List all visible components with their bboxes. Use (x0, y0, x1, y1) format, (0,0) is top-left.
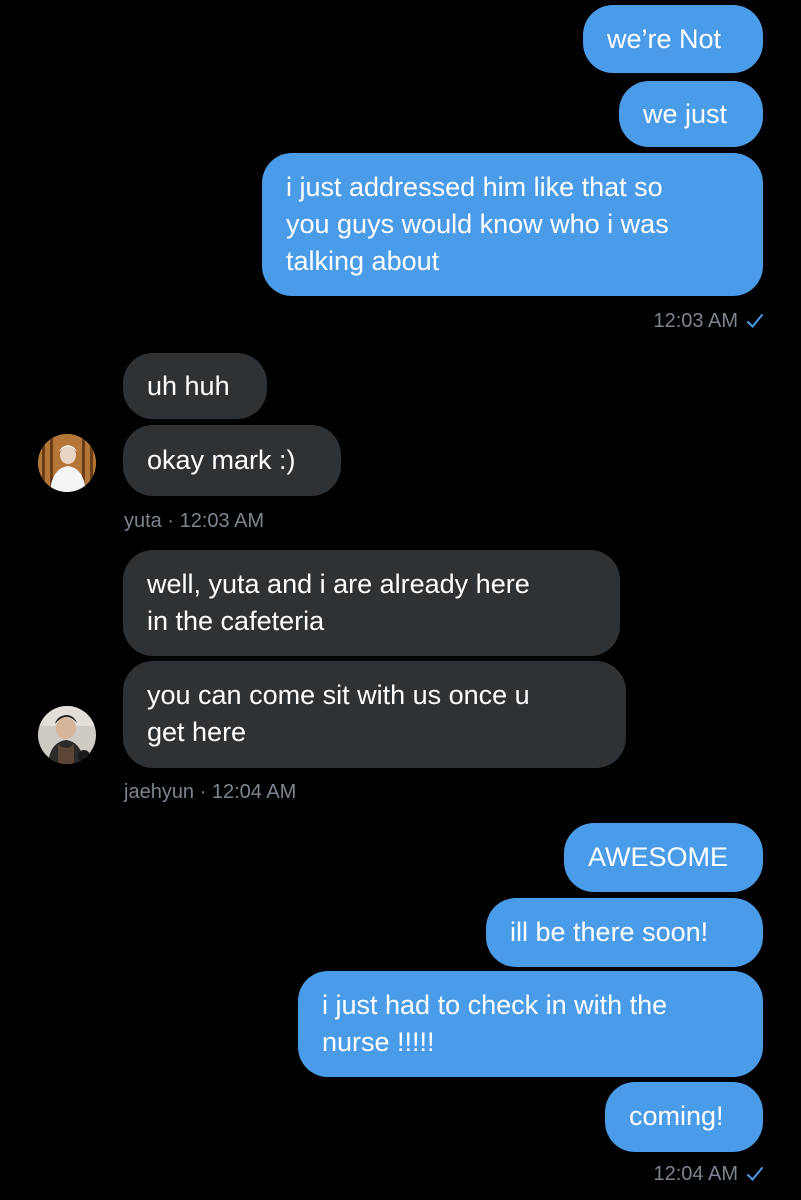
sender-meta: yuta · 12:03 AM (124, 510, 265, 532)
message-bubble-outgoing[interactable]: AWESOME (564, 823, 763, 892)
avatar-jaehyun-image (38, 706, 96, 764)
timestamp-text: 12:04 AM (653, 1163, 738, 1185)
message-bubble-outgoing[interactable]: ill be there soon! (486, 898, 763, 967)
message-timestamp: 12:03 AM (653, 309, 764, 333)
avatar-yuta-image (38, 434, 96, 492)
message-bubble-incoming[interactable]: uh huh (123, 353, 267, 419)
message-bubble-outgoing[interactable]: i just had to check in with the nurse !!… (298, 971, 763, 1077)
message-bubble-incoming[interactable]: okay mark :) (123, 425, 341, 496)
checkmark-icon (747, 1167, 763, 1181)
avatar-jaehyun[interactable] (38, 706, 96, 764)
message-bubble-outgoing[interactable]: i just addressed him like that so you gu… (262, 153, 763, 296)
message-bubble-outgoing[interactable]: we’re Not (583, 5, 763, 73)
message-bubble-outgoing[interactable]: coming! (605, 1082, 763, 1152)
timestamp-text: 12:03 AM (653, 310, 738, 332)
message-bubble-incoming[interactable]: well, yuta and i are already here in the… (123, 550, 620, 656)
avatar-yuta[interactable] (38, 434, 96, 492)
message-timestamp: 12:04 AM (653, 1162, 764, 1186)
sender-meta: jaehyun · 12:04 AM (124, 781, 297, 803)
message-bubble-outgoing[interactable]: we just (619, 81, 763, 147)
message-bubble-incoming[interactable]: you can come sit with us once u get here (123, 661, 626, 768)
checkmark-icon (747, 314, 763, 328)
